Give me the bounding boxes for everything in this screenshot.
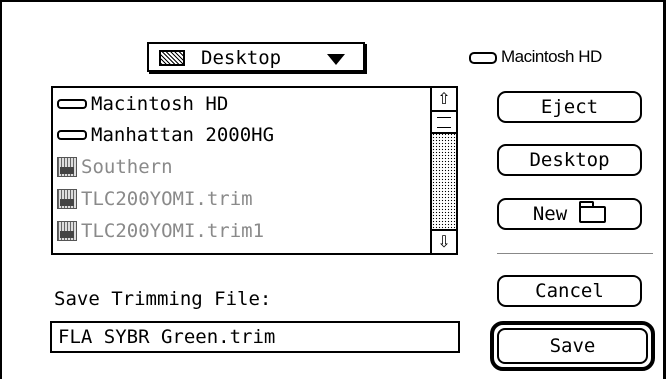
list-item[interactable]: Manhattan 2000HG xyxy=(57,120,274,150)
list-item: Southern xyxy=(57,152,173,182)
cancel-button[interactable]: Cancel xyxy=(497,275,642,307)
save-button[interactable]: Save xyxy=(497,328,648,364)
hard-disk-icon xyxy=(57,130,87,140)
scroll-track[interactable] xyxy=(432,112,456,229)
location-popup-menu[interactable]: Desktop xyxy=(147,42,365,72)
current-volume-label: Macintosh HD xyxy=(501,47,602,66)
desktop-button[interactable]: Desktop xyxy=(497,144,642,176)
current-volume: Macintosh HD xyxy=(469,47,602,67)
list-item: TLC200YOMI.trim1 xyxy=(57,216,264,246)
list-item[interactable]: Macintosh HD xyxy=(57,89,228,119)
hard-disk-icon xyxy=(57,99,87,109)
scroll-thumb[interactable] xyxy=(432,112,456,134)
new-folder-button[interactable]: New xyxy=(497,198,642,230)
fuji-document-icon xyxy=(57,157,77,177)
location-popup-label: Desktop xyxy=(201,47,282,69)
eject-button[interactable]: Eject xyxy=(497,91,642,123)
desktop-disk-icon xyxy=(159,50,185,66)
scroll-up-arrow-icon[interactable]: ⇧ xyxy=(432,88,456,112)
save-file-dialog: Desktop Macintosh HD Macintosh HD Manhat… xyxy=(0,0,666,379)
fuji-document-icon xyxy=(57,221,77,241)
divider xyxy=(497,253,653,254)
folder-icon xyxy=(579,200,607,223)
save-prompt-label: Save Trimming File: xyxy=(54,288,272,310)
fuji-document-icon xyxy=(57,189,77,209)
scroll-down-arrow-icon[interactable]: ⇩ xyxy=(432,229,456,253)
triangle-down-icon xyxy=(327,54,345,65)
file-list[interactable]: Macintosh HD Manhattan 2000HG Southern T… xyxy=(51,86,458,255)
list-item: TLC200YOMI.trim xyxy=(57,184,253,214)
file-list-scrollbar[interactable]: ⇧ ⇩ xyxy=(430,88,456,253)
hard-disk-icon xyxy=(469,51,497,64)
filename-field[interactable]: FLA SYBR Green.trim xyxy=(50,321,460,353)
